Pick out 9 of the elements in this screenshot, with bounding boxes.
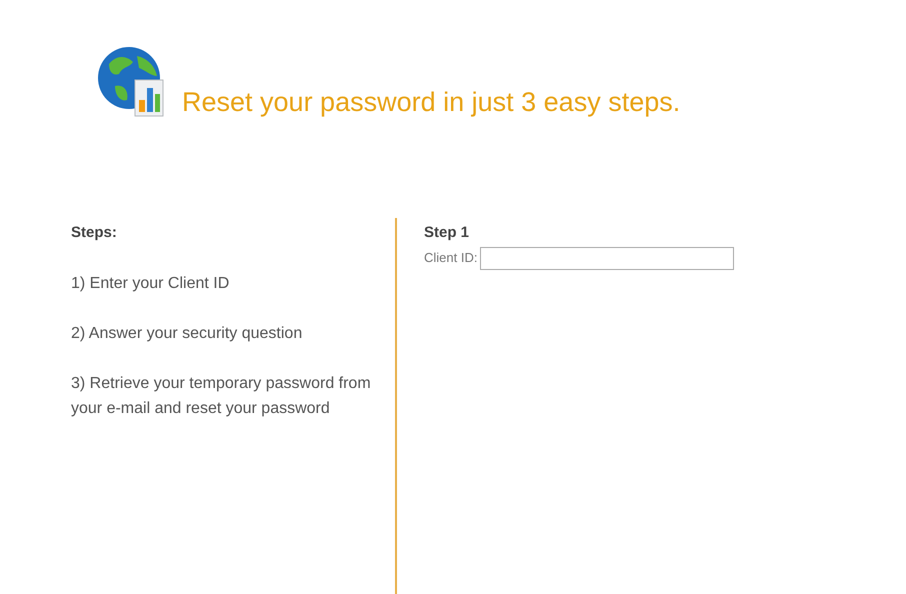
page-title: Reset your password in just 3 easy steps.	[182, 89, 680, 116]
step-text: 3) Retrieve your temporary password from your e-mail and reset your password	[71, 374, 371, 418]
step-text: 1) Enter your Client ID	[71, 274, 230, 294]
steps-heading: Steps:	[71, 223, 118, 243]
globe-chart-icon	[97, 46, 165, 118]
client-id-field[interactable]	[480, 246, 734, 270]
client-id-label: Client ID:	[424, 249, 478, 268]
step-heading: Step 1	[424, 223, 470, 243]
step-text: 2) Answer your security question	[71, 324, 304, 344]
